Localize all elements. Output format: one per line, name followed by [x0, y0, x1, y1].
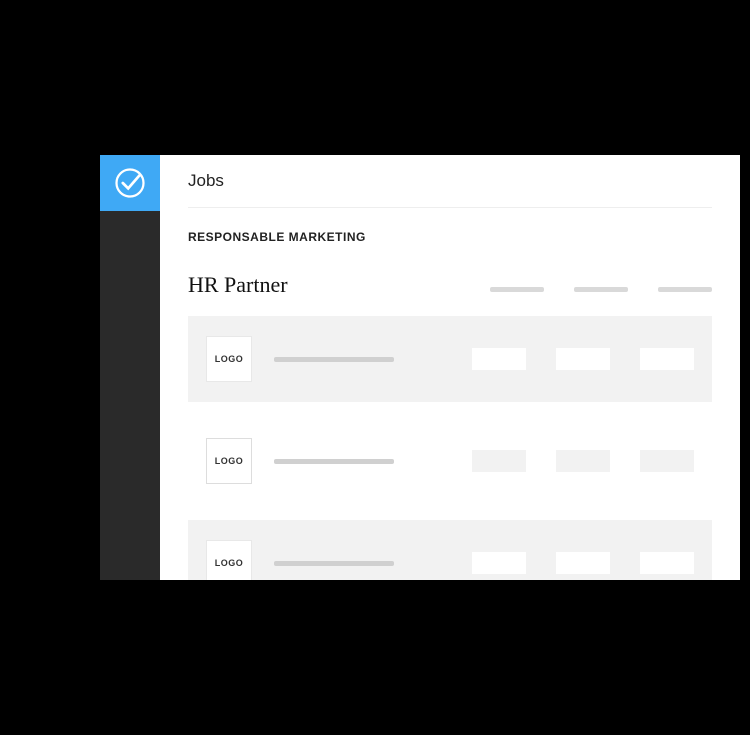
row-cells: [472, 348, 694, 370]
cell-placeholder: [556, 450, 610, 472]
app-logo[interactable]: [100, 155, 160, 211]
row-cells: [472, 552, 694, 574]
cell-placeholder: [640, 348, 694, 370]
checkmark-circle-icon: [112, 165, 148, 201]
list-row[interactable]: LOGO: [188, 520, 712, 580]
company-logo-placeholder: LOGO: [206, 540, 252, 580]
column-header-placeholder: [490, 287, 544, 292]
cell-placeholder: [556, 348, 610, 370]
app-window: Jobs RESPONSABLE MARKETING HR Partner LO…: [100, 155, 740, 580]
company-name-placeholder: [274, 357, 394, 362]
column-header-placeholder: [658, 287, 712, 292]
cell-placeholder: [640, 450, 694, 472]
sidebar: [100, 155, 160, 580]
cell-placeholder: [640, 552, 694, 574]
section-title: HR Partner: [188, 272, 288, 298]
breadcrumb: RESPONSABLE MARKETING: [188, 230, 712, 244]
company-logo-placeholder: LOGO: [206, 438, 252, 484]
cell-placeholder: [556, 552, 610, 574]
main-content: Jobs RESPONSABLE MARKETING HR Partner LO…: [160, 155, 740, 580]
list-row[interactable]: LOGO: [188, 418, 712, 504]
company-name-placeholder: [274, 561, 394, 566]
table-header: HR Partner: [188, 272, 712, 298]
column-headers: [490, 287, 712, 292]
column-header-placeholder: [574, 287, 628, 292]
list-row[interactable]: LOGO: [188, 316, 712, 402]
company-logo-placeholder: LOGO: [206, 336, 252, 382]
company-name-placeholder: [274, 459, 394, 464]
row-cells: [472, 450, 694, 472]
page-title: Jobs: [188, 171, 712, 191]
cell-placeholder: [472, 552, 526, 574]
divider: [188, 207, 712, 208]
cell-placeholder: [472, 348, 526, 370]
cell-placeholder: [472, 450, 526, 472]
